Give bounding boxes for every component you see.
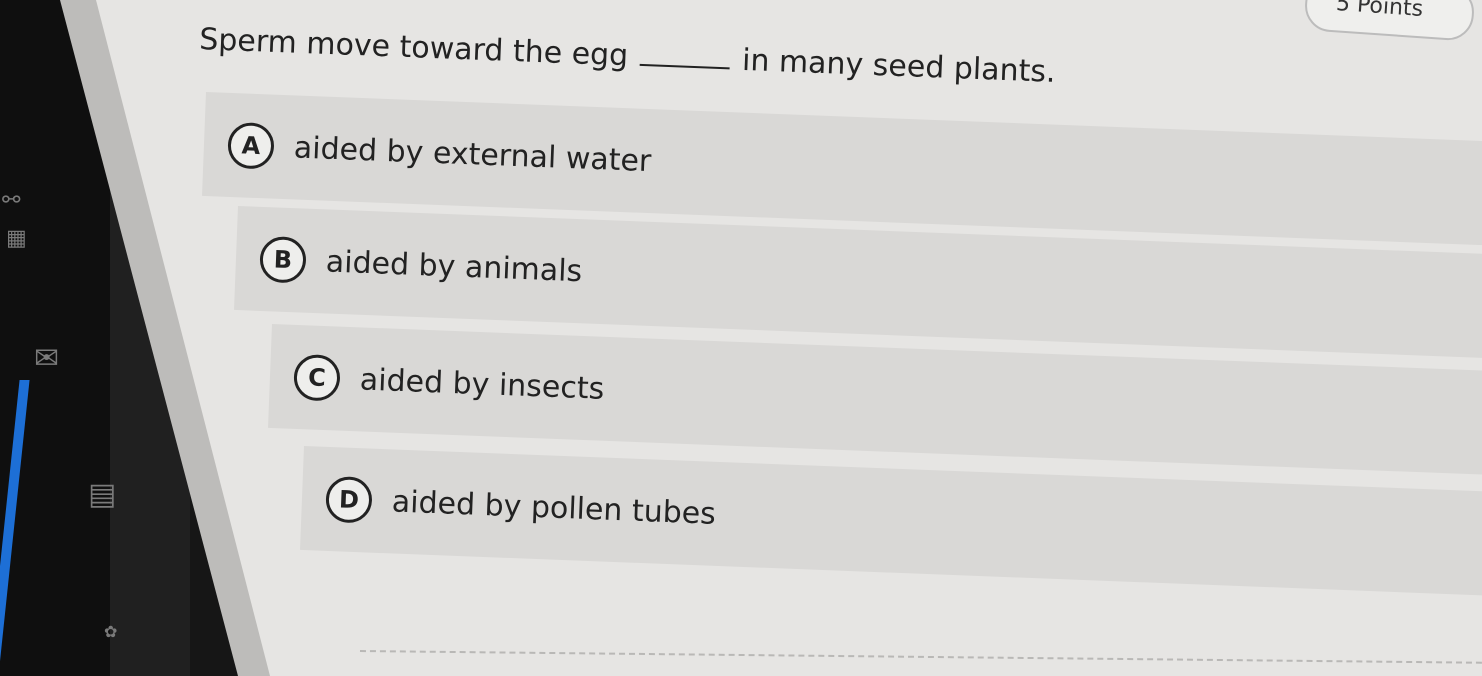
answer-blank [639, 41, 731, 70]
choice-label: aided by external water [293, 129, 652, 179]
choice-label: aided by animals [325, 243, 583, 289]
link-icon[interactable]: ⚯ [2, 190, 20, 212]
document-icon[interactable]: ▤ [88, 480, 116, 510]
choice-letter-badge: D [325, 475, 373, 524]
choice-label: aided by insects [359, 361, 605, 407]
choice-letter-badge: A [227, 121, 275, 170]
settings-icon[interactable]: ✿ [104, 624, 117, 640]
choice-label: aided by pollen tubes [391, 483, 717, 532]
mail-icon[interactable]: ✉ [34, 344, 59, 374]
choice-letter-badge: C [293, 353, 341, 402]
grid-icon[interactable]: ▦ [6, 228, 27, 250]
choice-letter-badge: B [259, 235, 307, 284]
screen: ⚯ ▦ ✉ ▤ ✿ 5 Points Sperm move toward the… [0, 0, 1482, 676]
